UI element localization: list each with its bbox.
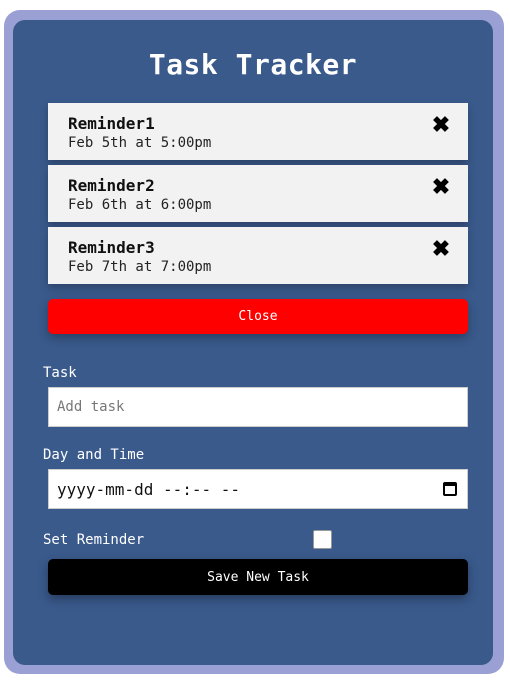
task-list: Reminder1 Feb 5th at 5:00pm ✖ Reminder2 … (48, 103, 468, 289)
task-name: Reminder2 (68, 176, 155, 195)
datetime-placeholder: yyyy-mm-dd --:-- -- (57, 479, 241, 499)
close-button[interactable]: Close (48, 299, 468, 334)
task-item[interactable]: Reminder1 Feb 5th at 5:00pm ✖ (48, 103, 468, 160)
page-title: Task Tracker (148, 48, 358, 81)
close-icon: ✖ (431, 236, 451, 261)
task-input[interactable] (48, 387, 468, 427)
task-datetime: Feb 6th at 6:00pm (68, 197, 212, 213)
task-datetime: Feb 7th at 7:00pm (68, 259, 212, 275)
task-datetime: Feb 5th at 5:00pm (68, 135, 212, 151)
task-name: Reminder3 (68, 238, 155, 257)
close-icon: ✖ (431, 112, 451, 137)
reminder-field-label: Set Reminder (43, 532, 145, 548)
datetime-input[interactable]: yyyy-mm-dd --:-- -- (48, 469, 468, 509)
task-field-label: Task (43, 365, 77, 381)
set-reminder-checkbox[interactable] (313, 530, 332, 549)
save-task-button[interactable]: Save New Task (48, 559, 468, 595)
delete-task-button[interactable]: ✖ (428, 236, 454, 262)
task-name: Reminder1 (68, 114, 155, 133)
calendar-icon[interactable] (443, 482, 457, 496)
delete-task-button[interactable]: ✖ (428, 112, 454, 138)
task-item[interactable]: Reminder3 Feb 7th at 7:00pm ✖ (48, 227, 468, 284)
task-item[interactable]: Reminder2 Feb 6th at 6:00pm ✖ (48, 165, 468, 222)
close-icon: ✖ (431, 174, 451, 199)
delete-task-button[interactable]: ✖ (428, 174, 454, 200)
task-tracker-panel: Task Tracker Reminder1 Feb 5th at 5:00pm… (13, 20, 493, 665)
datetime-field-label: Day and Time (43, 447, 145, 463)
